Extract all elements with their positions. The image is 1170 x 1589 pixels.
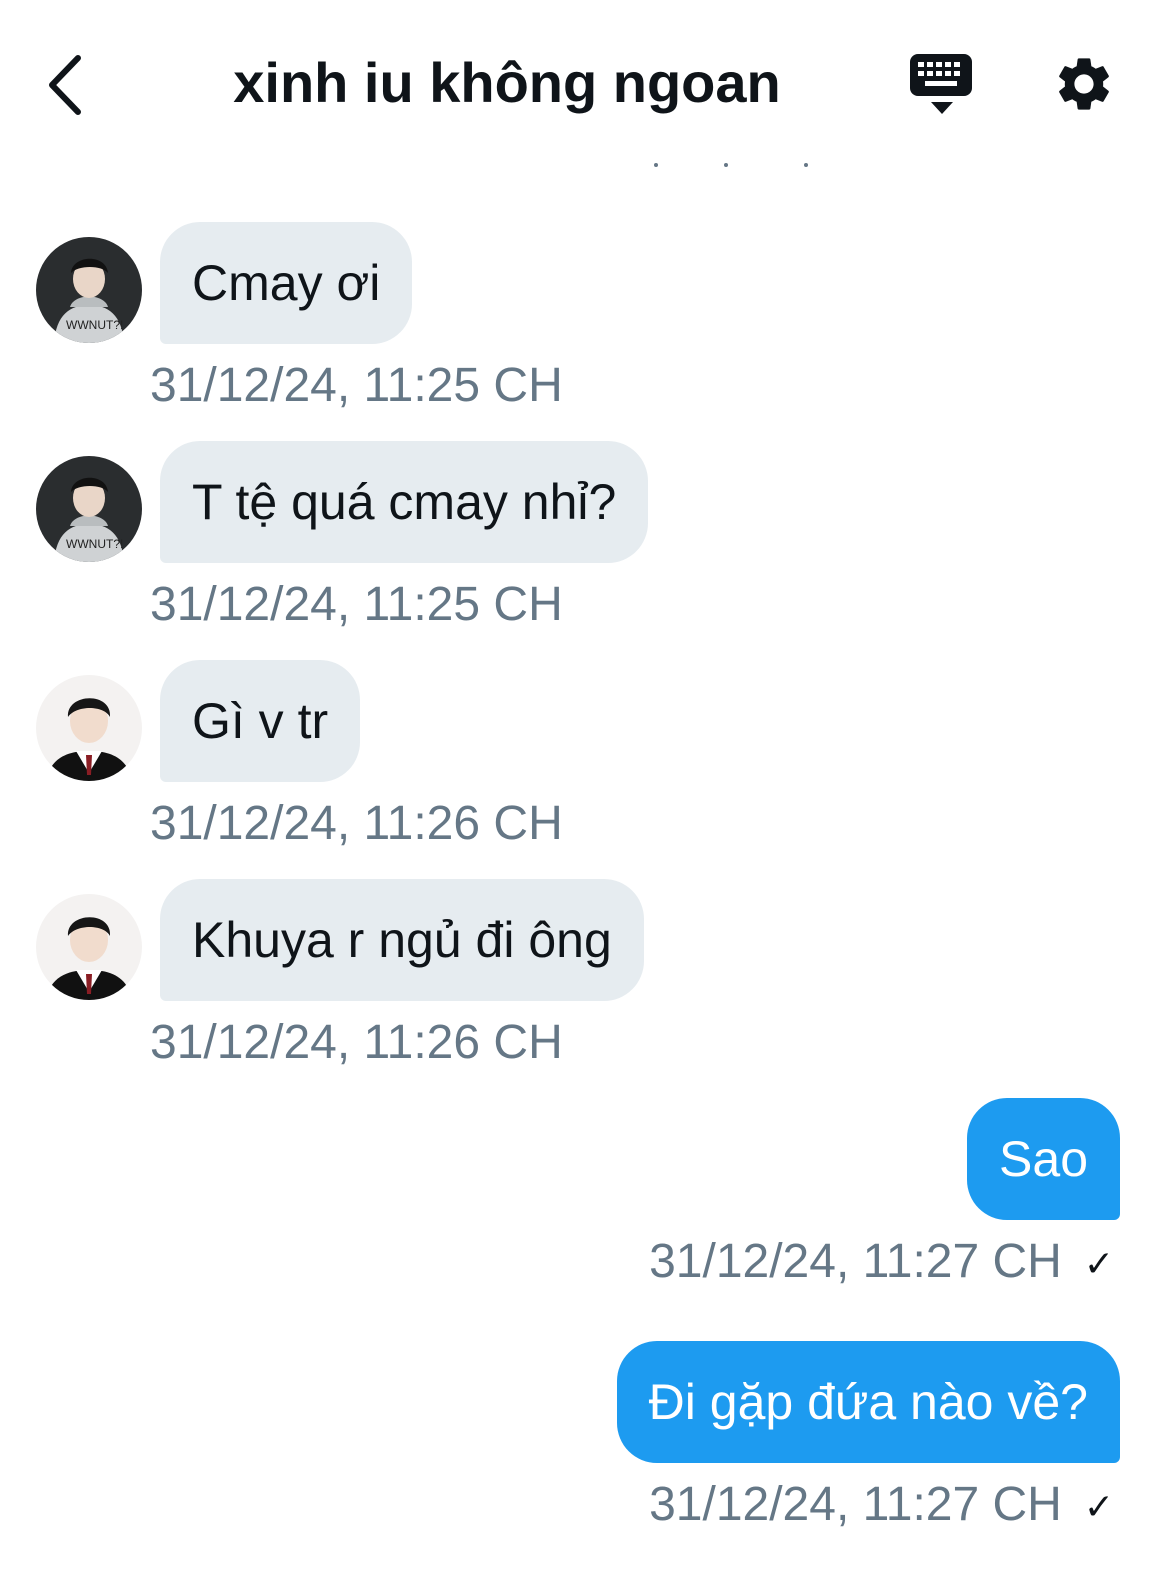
gear-icon — [1059, 58, 1109, 110]
message-timestamp-row: 31/12/24, 11:27 CH ✓ — [649, 1475, 1114, 1537]
message-timestamp: 31/12/24, 11:26 CH — [150, 1016, 563, 1069]
message-bubble[interactable]: Khuya r ngủ đi ông — [160, 879, 644, 1001]
sent-check-icon: ✓ — [1083, 1486, 1114, 1528]
message-timestamp-row: 31/12/24, 11:27 CH ✓ — [649, 1232, 1114, 1294]
avatar-uniform-image — [36, 894, 142, 1000]
message-bubble[interactable]: Sao — [967, 1098, 1120, 1220]
avatar[interactable] — [36, 675, 142, 781]
avatar[interactable]: WWNUT?! — [36, 456, 142, 562]
message-timestamp: 31/12/24, 11:26 CH — [150, 797, 563, 850]
scroll-hint-dots — [0, 158, 1170, 174]
chevron-left-icon — [49, 55, 81, 115]
dm-conversation: xinh iu không ngoan WWNUT?! Cmay ơi 31/1… — [0, 0, 1170, 1589]
sent-check-icon: ✓ — [1083, 1243, 1114, 1285]
svg-text:WWNUT?!: WWNUT?! — [66, 537, 123, 551]
message-timestamp: 31/12/24, 11:25 CH — [150, 578, 563, 631]
message-bubble[interactable]: Cmay ơi — [160, 222, 413, 344]
message-bubble[interactable]: T tệ quá cmay nhỉ? — [160, 441, 649, 563]
avatar-hoodie-image: WWNUT?! — [36, 237, 142, 343]
avatar[interactable] — [36, 894, 142, 1000]
svg-text:WWNUT?!: WWNUT?! — [66, 318, 123, 332]
keyboard-icon — [910, 54, 972, 114]
conversation-header: xinh iu không ngoan — [0, 0, 1170, 167]
avatar-hoodie-image: WWNUT?! — [36, 456, 142, 562]
keyboard-button[interactable] — [906, 52, 978, 118]
conversation-title[interactable]: xinh iu không ngoan — [150, 48, 864, 118]
back-button[interactable] — [40, 50, 100, 120]
avatar[interactable]: WWNUT?! — [36, 237, 142, 343]
message-timestamp: 31/12/24, 11:27 CH — [649, 1478, 1062, 1531]
message-timestamp: 31/12/24, 11:25 CH — [150, 359, 563, 412]
settings-button[interactable] — [1052, 52, 1116, 116]
message-bubble[interactable]: Đi gặp đứa nào về? — [616, 1341, 1120, 1463]
message-timestamp: 31/12/24, 11:27 CH — [649, 1235, 1062, 1288]
message-bubble[interactable]: Gì v tr — [160, 660, 361, 782]
avatar-uniform-image — [36, 675, 142, 781]
